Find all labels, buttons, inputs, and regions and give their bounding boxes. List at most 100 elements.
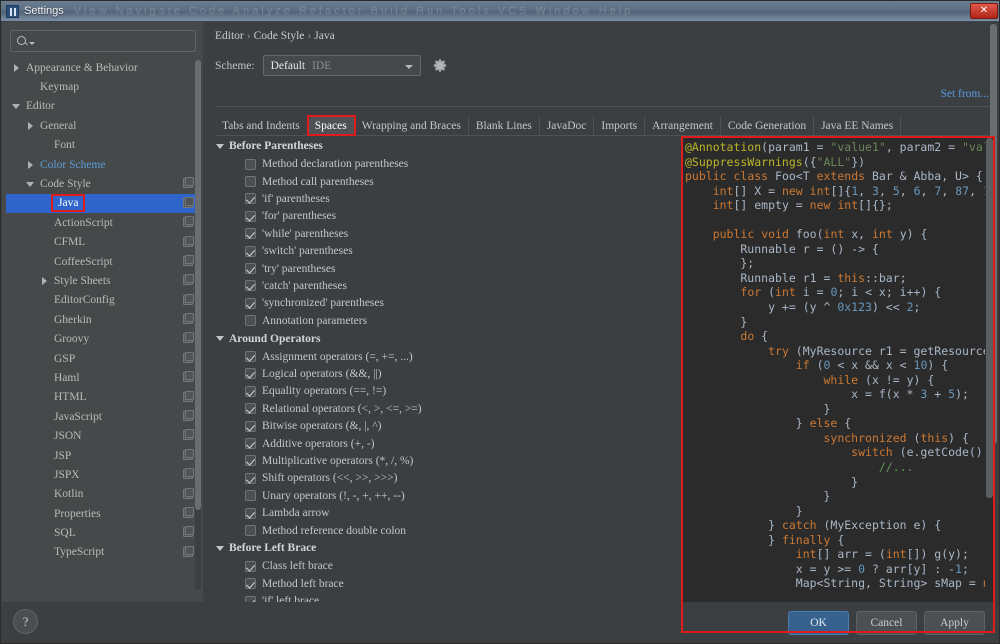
tab-tabs-and-indents[interactable]: Tabs and Indents (215, 116, 308, 135)
help-button[interactable]: ? (13, 609, 38, 634)
option-row[interactable]: 'catch' parentheses (215, 277, 479, 294)
tab-wrapping-and-braces[interactable]: Wrapping and Braces (355, 116, 469, 135)
sidebar-item-keymap[interactable]: Keymap (6, 77, 199, 96)
option-row[interactable]: Additive operators (+, -) (215, 435, 479, 452)
preview-scrollbar[interactable] (985, 138, 993, 631)
sidebar-item-gsp[interactable]: GSP (6, 349, 199, 368)
option-row[interactable]: Shift operators (<<, >>, >>>) (215, 470, 479, 487)
checkbox[interactable] (245, 280, 256, 291)
sidebar-item-editor[interactable]: Editor (6, 97, 199, 116)
checkbox[interactable] (245, 211, 256, 222)
checkbox[interactable] (245, 263, 256, 274)
checkbox[interactable] (245, 351, 256, 362)
checkbox[interactable] (245, 228, 256, 239)
checkbox[interactable] (245, 386, 256, 397)
chevron-down-icon[interactable] (216, 546, 224, 551)
checkbox[interactable] (245, 298, 256, 309)
sidebar-item-javascript[interactable]: JavaScript (6, 407, 199, 426)
option-row[interactable]: Multiplicative operators (*, /, %) (215, 452, 479, 469)
option-row[interactable]: 'if' parentheses (215, 190, 479, 207)
code-style-tabs[interactable]: Tabs and IndentsSpacesWrapping and Brace… (215, 116, 993, 136)
option-row[interactable]: Assignment operators (=, +=, ...) (215, 348, 479, 365)
option-group-around-operators[interactable]: Around Operators (215, 329, 479, 348)
option-row[interactable]: 'synchronized' parentheses (215, 295, 479, 312)
tab-imports[interactable]: Imports (594, 116, 645, 135)
chevron-right-icon[interactable] (10, 64, 22, 72)
checkbox[interactable] (245, 368, 256, 379)
search-box[interactable] (10, 30, 196, 52)
checkbox[interactable] (245, 315, 256, 326)
option-row[interactable]: Annotation parameters (215, 312, 479, 329)
preview-scrollbar-thumb[interactable] (986, 138, 993, 498)
sidebar-item-java[interactable]: Java (6, 194, 199, 213)
spaces-options-list[interactable]: Before ParenthesesMethod declaration par… (215, 137, 479, 632)
option-row[interactable]: Relational operators (<, >, <=, >=) (215, 400, 479, 417)
sidebar-item-groovy[interactable]: Groovy (6, 329, 199, 348)
ok-button[interactable]: OK (788, 611, 849, 635)
breadcrumb-part[interactable]: Code Style (254, 30, 305, 42)
option-row[interactable]: Logical operators (&&, ||) (215, 365, 479, 382)
sidebar-item-actionscript[interactable]: ActionScript (6, 213, 199, 232)
sidebar-scrollbar-thumb[interactable] (195, 60, 201, 510)
apply-button[interactable]: Apply (924, 611, 985, 635)
sidebar-item-cfml[interactable]: CFML (6, 233, 199, 252)
cancel-button[interactable]: Cancel (856, 611, 917, 635)
checkbox[interactable] (245, 508, 256, 519)
checkbox[interactable] (245, 578, 256, 589)
option-row[interactable]: 'try' parentheses (215, 260, 479, 277)
option-row[interactable]: 'switch' parentheses (215, 242, 479, 259)
chevron-right-icon[interactable] (24, 122, 36, 130)
option-group-before-parentheses[interactable]: Before Parentheses (215, 137, 479, 156)
close-icon[interactable]: ✕ (970, 3, 998, 19)
option-row[interactable]: Bitwise operators (&, |, ^) (215, 417, 479, 434)
sidebar-item-jsp[interactable]: JSP (6, 446, 199, 465)
option-row[interactable]: Lambda arrow (215, 504, 479, 521)
sidebar-item-style-sheets[interactable]: Style Sheets (6, 271, 199, 290)
sidebar-item-general[interactable]: General (6, 116, 199, 135)
option-group-before-left-brace[interactable]: Before Left Brace (215, 539, 479, 558)
sidebar-item-properties[interactable]: Properties (6, 504, 199, 523)
option-row[interactable]: Method left brace (215, 575, 479, 592)
checkbox[interactable] (245, 159, 256, 170)
sidebar-item-font[interactable]: Font (6, 136, 199, 155)
tab-spaces[interactable]: Spaces (308, 116, 355, 135)
checkbox[interactable] (245, 438, 256, 449)
tab-arrangement[interactable]: Arrangement (645, 116, 721, 135)
checkbox[interactable] (245, 176, 256, 187)
checkbox[interactable] (245, 525, 256, 536)
checkbox[interactable] (245, 421, 256, 432)
option-row[interactable]: Equality operators (==, !=) (215, 383, 479, 400)
option-row[interactable]: Method reference double colon (215, 522, 479, 539)
sidebar-item-jspx[interactable]: JSPX (6, 465, 199, 484)
gear-icon[interactable] (432, 58, 448, 74)
sidebar-item-json[interactable]: JSON (6, 426, 199, 445)
chevron-down-icon[interactable] (29, 42, 35, 45)
checkbox[interactable] (245, 246, 256, 257)
scheme-dropdown[interactable]: Default IDE (263, 55, 421, 76)
chevron-right-icon[interactable] (24, 161, 36, 169)
sidebar-item-kotlin[interactable]: Kotlin (6, 485, 199, 504)
tab-javadoc[interactable]: JavaDoc (540, 116, 595, 135)
checkbox[interactable] (245, 193, 256, 204)
sidebar-item-gherkin[interactable]: Gherkin (6, 310, 199, 329)
option-row[interactable]: 'for' parentheses (215, 208, 479, 225)
chevron-down-icon[interactable] (216, 336, 224, 341)
sidebar-item-coffeescript[interactable]: CoffeeScript (6, 252, 199, 271)
sidebar-item-appearance-behavior[interactable]: Appearance & Behavior (6, 58, 199, 77)
tab-java-ee-names[interactable]: Java EE Names (814, 116, 901, 135)
sidebar-item-typescript[interactable]: TypeScript (6, 543, 199, 562)
chevron-down-icon[interactable] (24, 182, 36, 187)
search-input[interactable] (38, 35, 190, 47)
sidebar-item-sql[interactable]: SQL (6, 523, 199, 542)
option-row[interactable]: Class left brace (215, 558, 479, 575)
code-preview-panel[interactable]: @Annotation(param1 = "value1", param2 = … (683, 138, 993, 631)
checkbox[interactable] (245, 403, 256, 414)
settings-tree[interactable]: Appearance & BehaviorKeymapEditorGeneral… (6, 58, 199, 598)
checkbox[interactable] (245, 455, 256, 466)
option-row[interactable]: 'while' parentheses (215, 225, 479, 242)
sidebar-scrollbar[interactable] (195, 60, 201, 590)
chevron-down-icon[interactable] (10, 104, 22, 109)
breadcrumb-part[interactable]: Java (314, 30, 334, 42)
set-from-link[interactable]: Set from... (940, 88, 989, 100)
checkbox[interactable] (245, 490, 256, 501)
